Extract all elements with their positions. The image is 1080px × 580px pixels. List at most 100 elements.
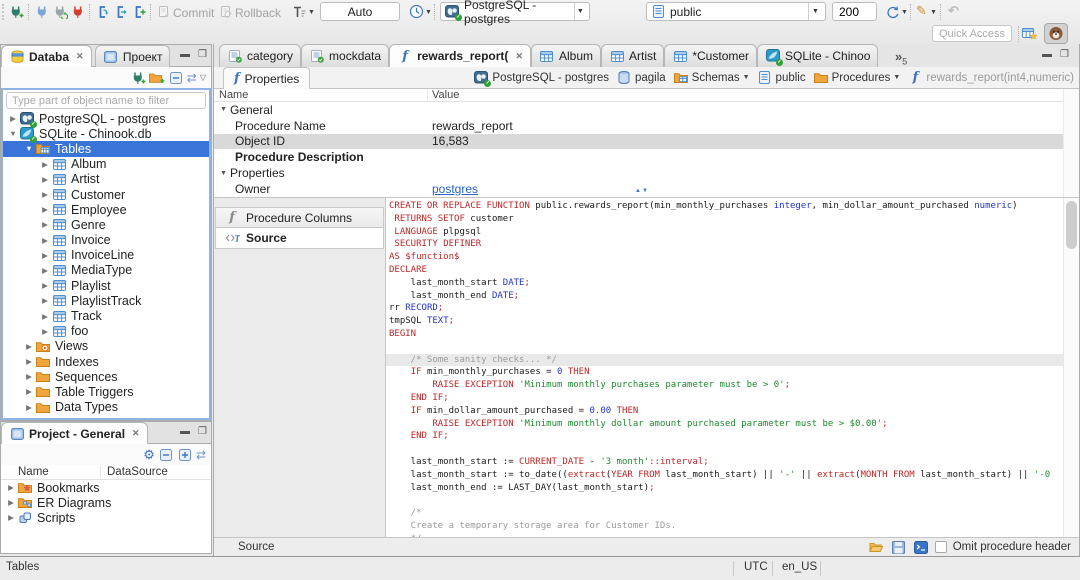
expand-arrow-icon[interactable]: ▶ <box>5 498 17 507</box>
tree-item-invoiceline[interactable]: ▶ InvoiceLine <box>3 248 209 263</box>
tab-projects[interactable]: Проект <box>94 45 171 67</box>
subtab-procedure-columns[interactable]: f Procedure Columns <box>215 207 384 228</box>
tree-item-sequences[interactable]: ▶ Sequences <box>3 369 209 384</box>
breadcrumb-item-procedures[interactable]: Procedures ▼ <box>813 70 900 85</box>
transaction-log-dropdown-icon[interactable]: ▼ <box>308 9 315 16</box>
tree-item-genre[interactable]: ▶ Genre <box>3 217 209 232</box>
close-icon[interactable]: ✕ <box>132 428 140 439</box>
undo-icon[interactable]: ↶ <box>948 3 959 19</box>
breadcrumb-item-schemas[interactable]: Schemas ▼ <box>673 70 750 85</box>
sash-collapse-icon[interactable]: ▲▼ <box>635 188 649 194</box>
project-item-scripts[interactable]: ▶ Scripts <box>1 510 211 525</box>
view-menu-icon[interactable]: ▽ <box>200 73 206 82</box>
quick-access-input[interactable] <box>932 25 1012 42</box>
rollback-icon[interactable] <box>218 4 234 19</box>
editor-tab-mockdata[interactable]: mockdata <box>301 44 390 67</box>
scrollbar-thumb[interactable] <box>1066 201 1077 249</box>
expand-arrow-icon[interactable]: ▶ <box>39 175 51 184</box>
tree-item-sqlite-chinook-db[interactable]: ▼ ✓ SQLite - Chinook.db <box>3 126 209 144</box>
reconnect-icon[interactable] <box>52 4 68 19</box>
tab-overflow-button[interactable]: »5 <box>895 49 907 67</box>
properties-scrollbar[interactable] <box>1063 89 1079 197</box>
minimize-icon[interactable]: ▬ <box>180 49 190 60</box>
new-connection-icon[interactable] <box>8 4 24 19</box>
tree-item-invoice[interactable]: ▶ Invoice <box>3 233 209 248</box>
close-icon[interactable]: ✕ <box>515 51 523 62</box>
editor-tab-rewards-report[interactable]: f rewards_report(✕ <box>389 44 531 67</box>
omit-procedure-header-checkbox[interactable] <box>934 541 947 553</box>
collapse-arrow-icon[interactable]: ▼ <box>220 170 227 177</box>
expand-arrow-icon[interactable]: ▶ <box>23 387 35 396</box>
connection-dropdown-icon[interactable]: ▼ <box>573 3 586 20</box>
editor-tab-sqlite-chinoo[interactable]: ✓ SQLite - Chinoo <box>757 44 879 67</box>
transaction-log-icon[interactable] <box>291 4 307 19</box>
tree-item-playlisttrack[interactable]: ▶ PlaylistTrack <box>3 293 209 308</box>
expand-arrow-icon[interactable]: ▶ <box>39 327 51 336</box>
expand-arrow-icon[interactable]: ▶ <box>23 342 35 351</box>
schema-dropdown-icon[interactable]: ▼ <box>808 3 822 20</box>
refresh-dropdown-icon[interactable]: ▼ <box>901 9 908 16</box>
disconnect-icon[interactable] <box>70 4 86 19</box>
project-tree[interactable]: ▶ Bookmarks ▶ ER Diagrams ▶ Scripts <box>1 480 211 526</box>
object-filter-input[interactable] <box>6 92 206 109</box>
tree-item-employee[interactable]: ▶ Employee <box>3 202 209 217</box>
tree-item-album[interactable]: ▶ Album <box>3 157 209 172</box>
tab-project-general[interactable]: Project - General ✕ <box>1 422 148 444</box>
save-icon[interactable] <box>891 540 907 555</box>
tab-database-navigator[interactable]: Databa ✕ <box>1 45 92 67</box>
timezone-indicator[interactable]: UTC <box>744 561 768 573</box>
collapse-arrow-icon[interactable]: ▼ <box>7 129 19 138</box>
commit-icon[interactable] <box>156 4 172 19</box>
tab-properties[interactable]: f Properties <box>223 67 311 89</box>
navigator-tree[interactable]: ▶ ✓ PostgreSQL - postgres ▼ ✓ SQLite - Chinoo… <box>3 111 209 415</box>
schema-combo[interactable]: public ▼ <box>646 2 826 21</box>
breadcrumb-item-rewards-report-int4-numeric[interactable]: f rewards_report(int4,numeric) <box>907 70 1074 85</box>
commit-button[interactable]: Commit <box>173 6 214 20</box>
column-header-datasource[interactable]: DataSource <box>101 466 168 478</box>
editor-tab-category[interactable]: category <box>219 44 302 67</box>
edit-pen-icon[interactable]: ✎ <box>916 3 927 19</box>
commit-mode-combo[interactable]: Auto <box>320 2 400 21</box>
link-with-editor-icon[interactable]: ⇄ <box>187 71 197 85</box>
fetch-size-input[interactable] <box>832 2 877 21</box>
expand-arrow-icon[interactable]: ▶ <box>7 114 19 123</box>
sql-editor-icon[interactable] <box>95 4 111 19</box>
expand-arrow-icon[interactable]: ▶ <box>39 281 51 290</box>
property-value[interactable]: postgres <box>428 182 478 196</box>
edit-dropdown-icon[interactable]: ▼ <box>930 9 937 16</box>
project-item-bookmarks[interactable]: ▶ Bookmarks <box>1 480 211 495</box>
column-header-name[interactable]: Name <box>214 89 428 101</box>
tree-item-indexes[interactable]: ▶ Indexes <box>3 354 209 369</box>
breadcrumb-item-public[interactable]: public <box>757 70 806 85</box>
expand-arrow-icon[interactable]: ▶ <box>5 483 17 492</box>
expand-arrow-icon[interactable]: ▶ <box>23 403 35 412</box>
expand-arrow-icon[interactable]: ▶ <box>39 205 51 214</box>
property-row-properties[interactable]: ▼ Properties <box>214 165 1063 181</box>
column-header-value[interactable]: Value <box>428 89 459 101</box>
source-editor[interactable]: CREATE OR REPLACE FUNCTION public.reward… <box>386 197 1079 537</box>
expand-arrow-icon[interactable]: ▶ <box>5 513 17 522</box>
source-scrollbar[interactable] <box>1063 198 1079 537</box>
maximize-icon[interactable]: ❐ <box>1060 49 1069 60</box>
tree-item-postgresql-postgres[interactable]: ▶ ✓ PostgreSQL - postgres <box>3 111 209 129</box>
maximize-icon[interactable]: ❐ <box>198 49 207 60</box>
collapse-all-icon[interactable] <box>158 447 174 462</box>
property-row-procedure-description[interactable]: Procedure Description <box>214 149 1063 165</box>
expand-arrow-icon[interactable]: ▶ <box>23 357 35 366</box>
expand-arrow-icon[interactable]: ▶ <box>39 236 51 245</box>
property-row-object-id[interactable]: Object ID 16,583 <box>214 133 1063 150</box>
expand-arrow-icon[interactable]: ▶ <box>39 190 51 199</box>
dbeaver-perspective-button[interactable] <box>1044 23 1068 44</box>
tree-item-foo[interactable]: ▶ foo <box>3 324 209 339</box>
minimize-icon[interactable]: ▬ <box>180 426 190 437</box>
chevron-down-icon[interactable]: ▼ <box>893 74 900 81</box>
history-dropdown-icon[interactable]: ▼ <box>425 9 432 16</box>
property-row-general[interactable]: ▼ General <box>214 102 1063 118</box>
collapse-arrow-icon[interactable]: ▼ <box>23 144 35 153</box>
editor-tab-album[interactable]: Album <box>530 44 601 67</box>
history-clock-icon[interactable] <box>408 4 424 19</box>
chevron-down-icon[interactable]: ▼ <box>743 74 750 81</box>
tree-item-playlist[interactable]: ▶ Playlist <box>3 278 209 293</box>
expand-all-icon[interactable] <box>177 447 193 462</box>
column-header-name[interactable]: Name <box>1 466 101 478</box>
